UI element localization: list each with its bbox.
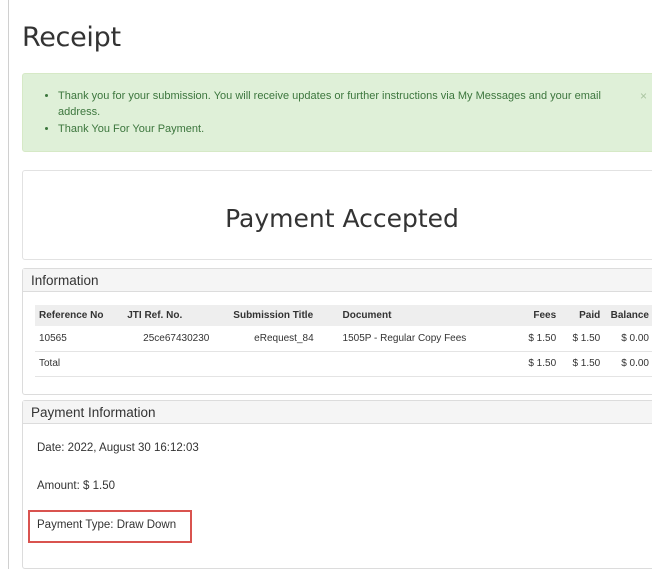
alert-message-submission: Thank you for your submission. You will … — [58, 88, 618, 120]
cell-balance: $ 0.00 — [604, 326, 652, 352]
total-fees: $ 1.50 — [511, 351, 561, 377]
payment-status-heading: Payment Accepted — [225, 204, 459, 233]
cell-document: 1505P - Regular Copy Fees — [338, 326, 512, 352]
table-row: 10565 25ce67430230 eRequest_84 1505P - R… — [35, 326, 652, 352]
column-header-paid: Paid — [560, 305, 605, 326]
cell-reference-no: 10565 — [35, 326, 124, 352]
cell-jti-ref-no: 25ce67430230 — [123, 326, 230, 352]
payment-type-highlight-box — [28, 510, 192, 543]
alert-message-payment: Thank You For Your Payment. — [58, 121, 618, 137]
payment-status-box: Payment Accepted — [22, 170, 652, 260]
left-border-line — [8, 0, 9, 569]
column-header-reference-no: Reference No — [35, 305, 124, 326]
fees-table-header-row: Reference No JTI Ref. No. Submission Tit… — [35, 305, 652, 326]
cell-fees: $ 1.50 — [511, 326, 561, 352]
table-total-row: Total $ 1.50 $ 1.50 $ 0.00 — [35, 351, 652, 377]
column-header-balance: Balance — [604, 305, 652, 326]
success-alert: Thank you for your submission. You will … — [22, 73, 652, 152]
cell-paid: $ 1.50 — [560, 326, 605, 352]
cell-submission-title: eRequest_84 — [229, 326, 339, 352]
page-title: Receipt — [22, 22, 121, 53]
column-header-fees: Fees — [511, 305, 561, 326]
payment-information-panel: Payment Information Date: 2022, August 3… — [22, 400, 652, 569]
payment-date: Date: 2022, August 30 16:12:03 — [37, 442, 199, 454]
total-balance: $ 0.00 — [604, 351, 652, 377]
payment-amount: Amount: $ 1.50 — [37, 480, 115, 492]
column-header-submission-title: Submission Title — [229, 305, 339, 326]
information-panel: Information Reference No JTI Ref. No. Su… — [22, 268, 652, 395]
total-label: Total — [35, 351, 124, 377]
total-paid: $ 1.50 — [560, 351, 605, 377]
payment-information-heading: Payment Information — [23, 401, 652, 424]
fees-table: Reference No JTI Ref. No. Submission Tit… — [35, 305, 652, 377]
close-icon[interactable]: × — [640, 89, 647, 103]
information-panel-heading: Information — [23, 269, 652, 292]
alert-message-list: Thank you for your submission. You will … — [58, 88, 618, 138]
column-header-jti-ref-no: JTI Ref. No. — [123, 305, 230, 326]
column-header-document: Document — [338, 305, 512, 326]
